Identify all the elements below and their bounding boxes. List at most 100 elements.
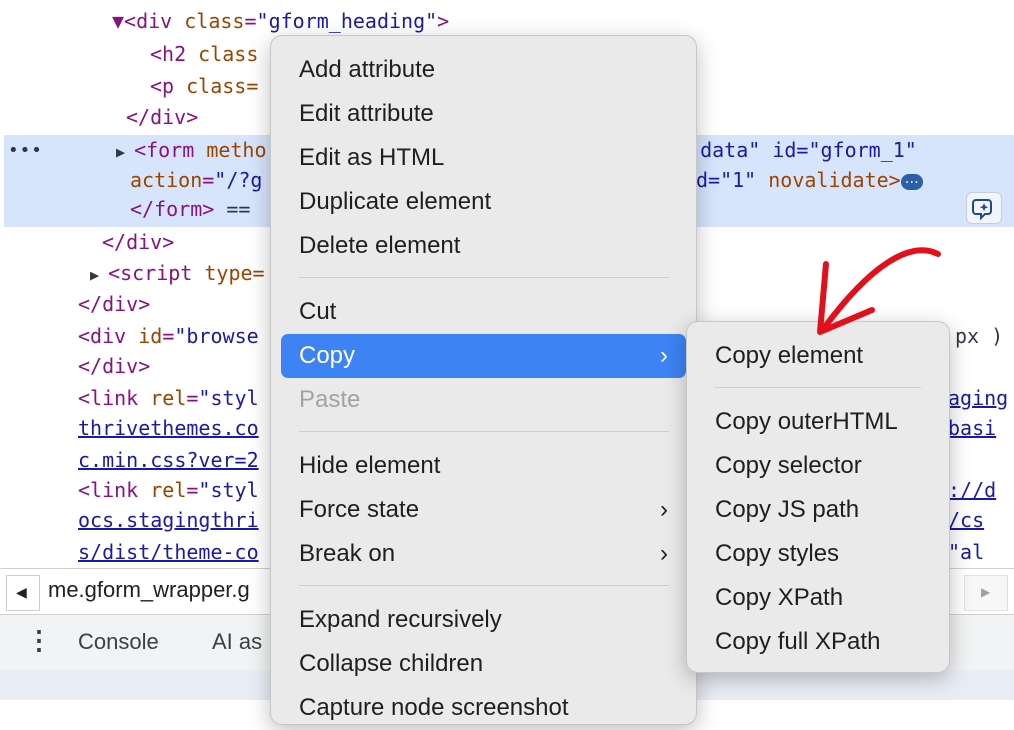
ai-assistance-icon[interactable] (966, 192, 1002, 224)
ellipsis-badge[interactable]: … (900, 172, 923, 190)
menu-item-label: Break on (299, 540, 396, 567)
code-line[interactable]: thrivethemes.co (78, 413, 259, 443)
menu-item-delete-element[interactable]: Delete element (281, 224, 686, 268)
code-token: </form> (130, 197, 215, 221)
code-token: = (186, 478, 199, 502)
code-line[interactable]: ▶ <script type= (90, 258, 265, 288)
menu-item-duplicate-element[interactable]: Duplicate element (281, 180, 686, 224)
expand-triangle-icon[interactable]: ▶ (116, 143, 134, 161)
code-token: rel (150, 478, 187, 502)
code-line[interactable]: </div> (102, 227, 174, 257)
menu-item-label: Cut (299, 298, 337, 325)
link2-tail3: "al (948, 540, 985, 564)
code-token: "styl (198, 478, 259, 502)
code-token: <script (108, 261, 205, 285)
menu-item-hide-element[interactable]: Hide element (281, 444, 686, 488)
menu-item-label: Collapse children (299, 650, 484, 677)
code-token: </div> (78, 354, 151, 378)
code-token: == (214, 197, 263, 221)
submenu-item-copy-selector[interactable]: Copy selector (697, 444, 939, 488)
code-token: </div> (78, 292, 151, 316)
menu-item-edit-as-html[interactable]: Edit as HTML (281, 136, 686, 180)
menu-item-break-on[interactable]: Break on › (281, 532, 686, 576)
submenu-item-copy-outerhtml[interactable]: Copy outerHTML (697, 400, 939, 444)
menu-item-add-attribute[interactable]: Add attribute (281, 48, 686, 92)
chevron-right-icon: › (660, 540, 668, 567)
submenu-item-copy-full-xpath[interactable]: Copy full XPath (697, 620, 939, 664)
code-line[interactable]: <p class= (150, 71, 258, 101)
code-token: <div (124, 9, 185, 33)
annotation-arrow-icon (817, 247, 941, 335)
tab-ai-assistance[interactable]: AI as (212, 629, 262, 655)
right-arrow-icon: ▶ (981, 585, 991, 599)
menu-item-capture-node-screenshot[interactable]: Capture node screenshot (281, 686, 686, 730)
menu-item-label: Duplicate element (299, 188, 492, 215)
form-line2-tail: d="1" novalidate>… (696, 165, 923, 195)
submenu-item-copy-styles[interactable]: Copy styles (697, 532, 939, 576)
menu-separator (299, 585, 669, 586)
menu-item-label: Hide element (299, 452, 441, 479)
menu-item-label: Add attribute (299, 56, 436, 83)
menu-item-collapse-children[interactable]: Collapse children (281, 642, 686, 686)
code-token: id (138, 324, 163, 348)
code-line[interactable]: <link rel="styl (78, 475, 259, 505)
code-token: "styl (198, 386, 259, 410)
menu-item-label: Paste (299, 386, 361, 413)
menu-item-label: Force state (299, 496, 420, 523)
code-token: "gform_heading" (256, 9, 438, 33)
menu-item-copy[interactable]: Copy › (281, 334, 686, 378)
code-line[interactable]: c.min.css?ver=2 (78, 445, 259, 475)
kebab-menu-icon[interactable]: ⋮ (26, 625, 52, 656)
node-actions-dots[interactable]: ••• (8, 140, 43, 161)
code-line[interactable]: ocs.stagingthri (78, 505, 259, 535)
form-line-tail: n-data" id="gform_1" (676, 138, 917, 162)
code-token: metho (206, 138, 267, 162)
menu-separator (715, 387, 921, 388)
link2-tail: ://d (948, 478, 997, 502)
submenu-item-copy-xpath[interactable]: Copy XPath (697, 576, 939, 620)
menu-item-label: Capture node screenshot (299, 694, 569, 721)
menu-item-expand-recursively[interactable]: Expand recursively (281, 598, 686, 642)
code-token: rel (150, 386, 187, 410)
code-token: <p (150, 74, 187, 98)
breadcrumb-scroll-right[interactable]: ▶ (964, 575, 1008, 611)
code-line[interactable]: s/dist/theme-co (78, 537, 259, 567)
browse-line-tail: px ) (955, 324, 1004, 348)
code-token: = (162, 324, 175, 348)
code-line[interactable]: </div> (126, 102, 198, 132)
submenu-item-copy-js-path[interactable]: Copy JS path (697, 488, 939, 532)
menu-item-force-state[interactable]: Force state › (281, 488, 686, 532)
code-token: class (184, 9, 245, 33)
expand-triangle-icon[interactable]: ▶ (90, 266, 108, 284)
code-token: action (130, 168, 203, 192)
code-token: class= (186, 74, 259, 98)
menu-item-paste: Paste (281, 378, 686, 422)
code-token: <h2 (150, 42, 199, 66)
tab-console[interactable]: Console (78, 629, 159, 655)
code-token: "browse (174, 324, 259, 348)
code-line[interactable]: ▶ <form metho (116, 135, 267, 165)
code-line[interactable]: </form> == (130, 194, 262, 224)
menu-item-edit-attribute[interactable]: Edit attribute (281, 92, 686, 136)
code-line[interactable]: <div id="browse (78, 321, 259, 351)
code-line[interactable]: </div> (78, 351, 150, 381)
breadcrumb-scroll-left[interactable]: ◀ (6, 575, 40, 611)
menu-item-cut[interactable]: Cut (281, 290, 686, 334)
code-line[interactable]: action="/?g (130, 165, 262, 195)
chevron-right-icon: › (660, 342, 668, 369)
code-token: </div> (102, 230, 175, 254)
code-line[interactable]: <link rel="styl (78, 383, 259, 413)
code-line[interactable]: </div> (78, 289, 150, 319)
link1-tail2: basi (948, 416, 997, 440)
chevron-right-icon: › (660, 496, 668, 523)
code-token: > (437, 9, 450, 33)
menu-item-label: Edit attribute (299, 100, 434, 127)
code-line[interactable]: ▼<div class="gform_heading"> (112, 6, 449, 36)
menu-separator (299, 277, 669, 278)
breadcrumb[interactable]: me.gform_wrapper.g (48, 577, 250, 603)
link1-tail: aging (948, 386, 1009, 410)
code-token: type= (204, 261, 265, 285)
code-line[interactable]: <h2 class (150, 39, 258, 69)
code-token: <link (78, 478, 151, 502)
code-token: </div> (126, 105, 199, 129)
